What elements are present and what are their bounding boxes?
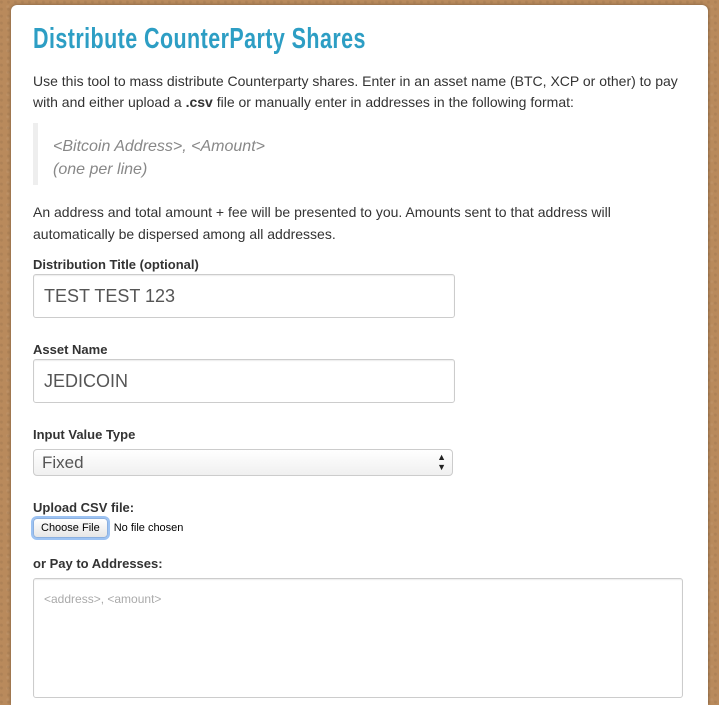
intro-bold-csv: .csv: [185, 94, 213, 110]
distribution-title-input[interactable]: [33, 274, 455, 318]
input-value-type-select[interactable]: Fixed ▲ ▼: [33, 449, 453, 476]
distribution-title-label: Distribution Title (optional): [33, 257, 199, 272]
upload-csv-label: Upload CSV file:: [33, 500, 135, 515]
asset-name-input[interactable]: [33, 359, 455, 403]
main-card: Distribute CounterParty Shares Use this …: [11, 5, 708, 705]
pay-to-addresses-label: or Pay to Addresses:: [33, 556, 163, 571]
no-file-chosen-text: No file chosen: [113, 522, 184, 534]
format-line: <Bitcoin Address>, <Amount>: [53, 138, 265, 155]
file-upload: Choose File No file chosen: [33, 518, 183, 538]
format-hint: (one per line): [53, 161, 148, 178]
input-value-type-value: Fixed: [42, 453, 84, 472]
page-title: Distribute CounterParty Shares: [33, 23, 366, 55]
select-arrows-icon: ▲ ▼: [437, 452, 446, 472]
input-value-type-label: Input Value Type: [33, 427, 136, 442]
asset-name-label: Asset Name: [33, 342, 108, 357]
note-text: An address and total amount + fee will b…: [33, 204, 611, 242]
intro-text: Use this tool to mass distribute Counter…: [33, 71, 683, 113]
choose-file-button[interactable]: Choose File: [33, 518, 108, 538]
pay-to-addresses-textarea[interactable]: [33, 578, 683, 698]
intro-part2: file or manually enter in addresses in t…: [212, 94, 574, 110]
format-blockquote: <Bitcoin Address>, <Amount> (one per lin…: [33, 123, 433, 185]
